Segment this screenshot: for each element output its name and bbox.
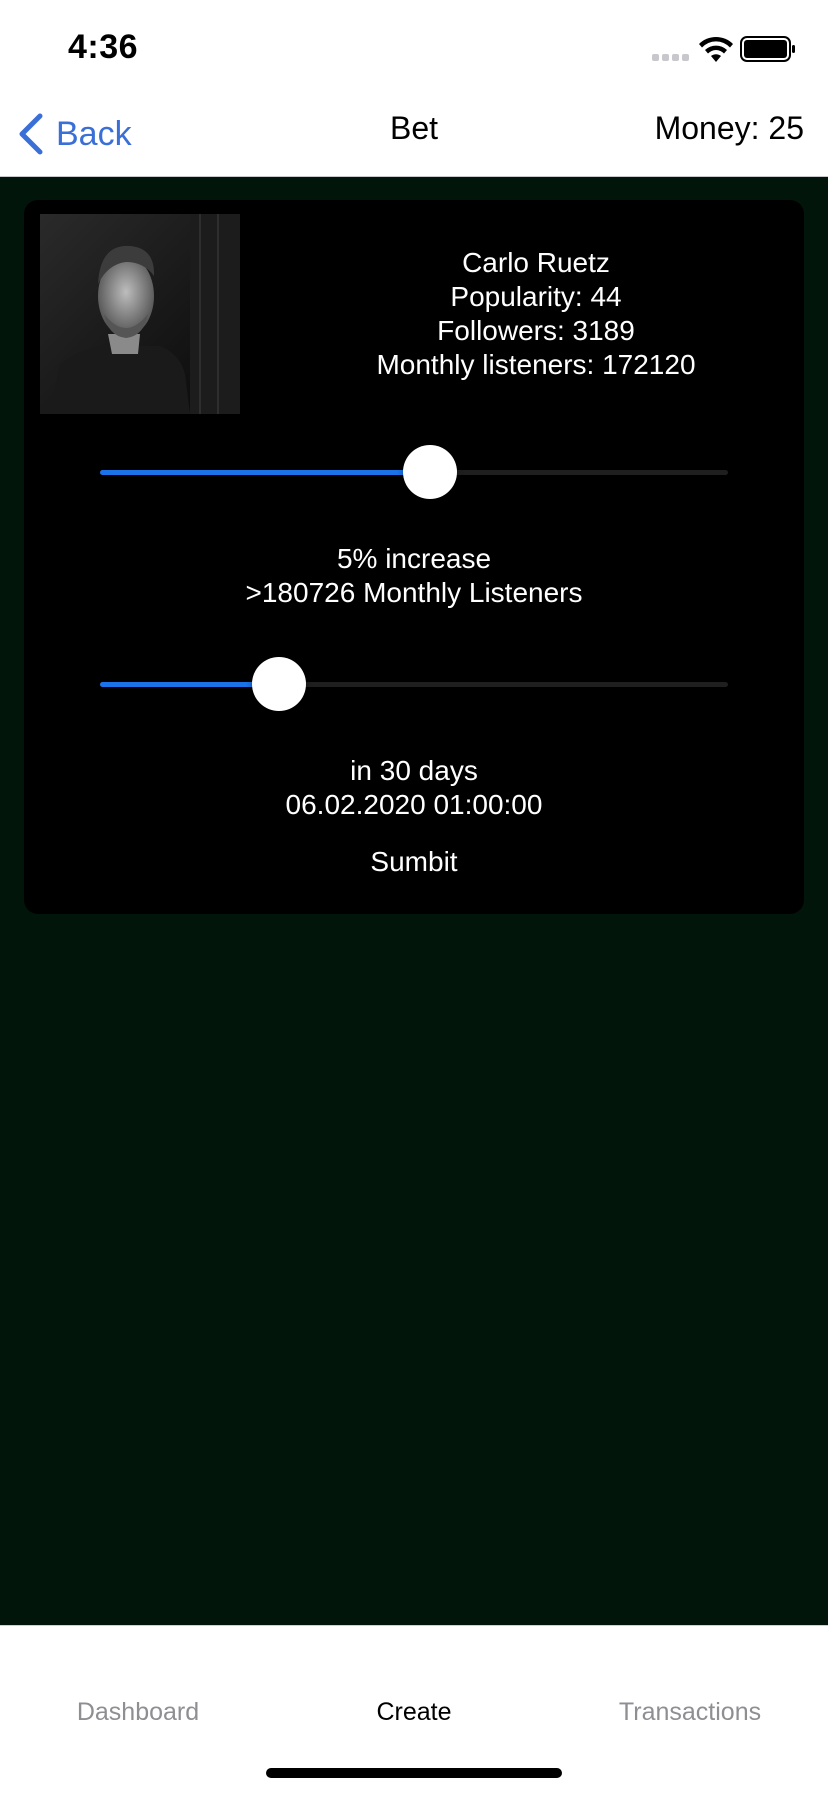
increase-info: 5% increase >180726 Monthly Listeners: [24, 542, 804, 610]
wifi-icon: [699, 36, 733, 62]
deadline-info: in 30 days 06.02.2020 01:00:00: [24, 754, 804, 822]
artist-monthly-listeners: Monthly listeners: 172120: [376, 349, 696, 380]
tab-create[interactable]: Create: [276, 1698, 552, 1727]
home-indicator: [266, 1768, 562, 1778]
increase-slider[interactable]: [100, 444, 728, 500]
artist-name: Carlo Ruetz: [462, 247, 610, 278]
artist-info: Carlo Ruetz Popularity: 44 Followers: 31…: [324, 246, 748, 382]
increase-percent: 5% increase: [336, 543, 492, 574]
slider-thumb[interactable]: [402, 445, 457, 499]
page-title: Bet: [389, 110, 439, 146]
days-slider[interactable]: [100, 656, 728, 712]
chevron-left-icon: [19, 113, 43, 155]
deadline-date: 06.02.2020 01:00:00: [285, 789, 543, 820]
battery-icon: [740, 36, 795, 62]
deadline-days: in 30 days: [350, 755, 478, 786]
slider-fill: [100, 470, 430, 475]
back-label: Back: [56, 114, 132, 153]
main-content: Carlo Ruetz Popularity: 44 Followers: 31…: [0, 177, 828, 1625]
artist-followers: Followers: 3189: [437, 315, 635, 346]
tab-transactions[interactable]: Transactions: [552, 1698, 828, 1727]
artist-popularity: Popularity: 44: [450, 281, 622, 312]
money-balance: Money: 25: [654, 110, 804, 146]
back-button[interactable]: Back: [16, 106, 132, 162]
navigation-bar: Back Bet Money: 25: [0, 92, 828, 177]
slider-thumb[interactable]: [251, 657, 306, 711]
artist-photo: [40, 214, 240, 414]
target-listeners: >180726 Monthly Listeners: [245, 577, 583, 608]
tab-bar: Dashboard Create Transactions: [0, 1625, 828, 1793]
submit-button[interactable]: Sumbit: [314, 840, 514, 884]
tab-dashboard[interactable]: Dashboard: [0, 1698, 276, 1727]
bet-card: Carlo Ruetz Popularity: 44 Followers: 31…: [24, 200, 804, 914]
cellular-signal-icon: [652, 54, 689, 61]
status-bar: 4:36: [0, 0, 828, 92]
status-time: 4:36: [68, 28, 139, 66]
